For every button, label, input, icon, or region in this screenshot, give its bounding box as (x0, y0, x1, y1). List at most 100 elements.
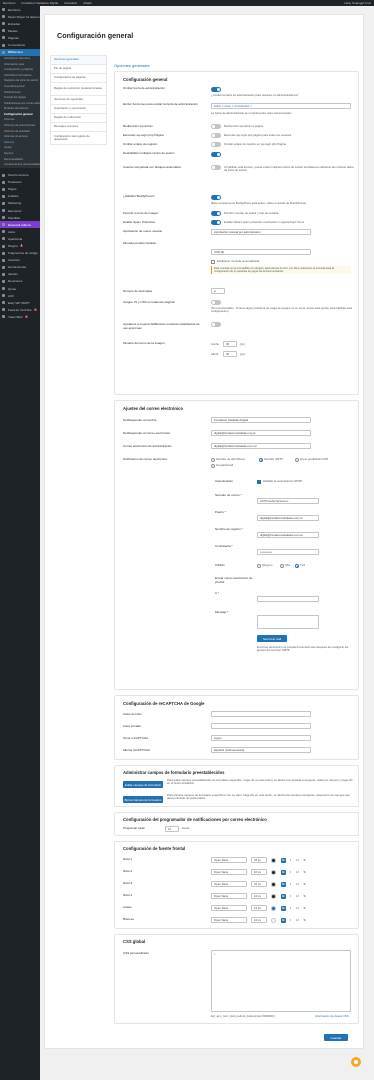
sidebar-item[interactable]: Escritorio (0, 6, 40, 13)
sidebar-item[interactable]: Marketing (0, 200, 40, 207)
icon-height-input[interactable]: 30 (223, 351, 237, 357)
font-style-button[interactable]: S (302, 894, 307, 899)
font-style-button[interactable]: S (302, 858, 307, 863)
smtp-password-input[interactable]: •••••••••••• (257, 549, 319, 555)
font-style-button[interactable]: U (295, 870, 300, 875)
font-family-select[interactable]: Open Sans (211, 917, 247, 923)
font-family-select[interactable]: Open Sans (211, 857, 247, 863)
settings-tab[interactable]: Pie de página (50, 65, 107, 74)
font-style-button[interactable]: U (295, 906, 300, 911)
test-to-input[interactable] (257, 596, 319, 602)
sidebar-item[interactable]: Páginas (0, 34, 40, 41)
sidebar-item[interactable]: Reuniones (0, 278, 40, 285)
hide-wplogin-toggle[interactable] (211, 133, 221, 138)
font-style-button[interactable]: U (295, 894, 300, 899)
custom-currency-checkbox[interactable] (211, 260, 215, 264)
edit-fields-button[interactable]: Editar campos de formulario (123, 781, 163, 788)
image-crop-toggle[interactable] (211, 211, 221, 216)
wp-admin-redirect-toggle[interactable] (211, 124, 221, 129)
adminbar-item[interactable]: Actualizar (64, 1, 77, 5)
user-approval-select[interactable]: Aprobación manual por administrador (211, 229, 311, 235)
smtp-host-input[interactable]: c2703.webempresa.eu (257, 498, 319, 504)
settings-tab[interactable]: Configuración de páginas (50, 74, 107, 83)
font-family-select[interactable]: Open Sans (211, 869, 247, 875)
exclude-roles-select[interactable]: Editor × Autor × Contribuidor × (211, 103, 351, 109)
adminbar-item[interactable]: Escritorio (3, 1, 16, 5)
send-test-mail-button[interactable]: Send test mail (257, 635, 287, 642)
smtp-port-input[interactable]: digital@fundacionsaldados.com.ar (257, 515, 319, 521)
test-message-textarea[interactable] (257, 615, 319, 629)
icon-width-input[interactable]: 30 (223, 341, 237, 347)
sidebar-item[interactable]: Análisis (0, 193, 40, 200)
sidebar-item[interactable]: Plantillas (0, 214, 40, 221)
hide-admin-bar-toggle[interactable] (211, 87, 221, 92)
font-style-button[interactable]: U (295, 858, 300, 863)
hide-register-link-toggle[interactable] (211, 142, 221, 147)
settings-tab[interactable]: Configuración del registro de depuración (50, 132, 107, 145)
font-color-swatch[interactable] (271, 869, 276, 875)
shared-account-lock-toggle[interactable] (211, 165, 221, 170)
font-style-button[interactable]: B (281, 905, 286, 911)
cipher-tls-radio[interactable] (295, 564, 299, 568)
adminbar-item[interactable]: Fundación Saldados Digital (22, 1, 59, 5)
from-email-input[interactable]: digital@fundacionsaldados.org.ar (211, 430, 311, 436)
font-color-swatch[interactable] (271, 857, 276, 863)
font-style-button[interactable]: S (302, 870, 307, 875)
sidebar-item[interactable]: Medios (0, 27, 40, 34)
font-style-button[interactable]: B (281, 881, 286, 887)
save-button[interactable]: Guardar (324, 1034, 348, 1041)
font-style-button[interactable]: I (288, 894, 293, 899)
font-family-select[interactable]: Open Sans (211, 893, 247, 899)
font-color-swatch[interactable] (271, 881, 276, 887)
from-name-input[interactable]: Fundación Saldados Digital (211, 417, 311, 423)
sidebar-item[interactable]: ACF (0, 292, 40, 299)
admin-email-input[interactable]: digital@fundacionsaldados.com.ar (211, 443, 311, 449)
sidebar-item[interactable]: Pagos (0, 186, 40, 193)
usage-stats-toggle[interactable] (211, 322, 221, 327)
font-size-select[interactable]: 18 px (251, 857, 267, 863)
sidebar-item[interactable]: Ajustes (0, 271, 40, 278)
font-size-select[interactable]: 16 px (251, 881, 267, 887)
sidebar-item[interactable]: Plugins 3 (0, 242, 40, 249)
notify-smtp-radio[interactable] (259, 458, 263, 462)
font-style-button[interactable]: I (288, 918, 293, 923)
sidebar-item[interactable]: Fragmentos de código (0, 250, 40, 257)
font-style-button[interactable]: I (288, 858, 293, 863)
smtp-user-input[interactable]: digital@fundacionsaldados.com.ar (257, 532, 319, 538)
settings-tab[interactable]: Reglas de redirección (50, 114, 107, 123)
buddypress-toggle[interactable] (211, 195, 221, 200)
font-style-button[interactable]: I (288, 870, 293, 875)
settings-tab[interactable]: Importación y exportación (50, 105, 107, 114)
font-style-button[interactable]: B (281, 893, 286, 899)
font-size-select[interactable]: 14 px (251, 905, 267, 911)
font-style-button[interactable]: S (302, 918, 307, 923)
sidebar-item[interactable]: Easy WP SMTP (0, 299, 40, 306)
sidebar-item[interactable]: Elementor (0, 207, 40, 214)
font-style-button[interactable]: S (302, 882, 307, 887)
css-classes-link[interactable]: Información de clases CSS (315, 1014, 349, 1018)
settings-tab[interactable]: Opciones generales (50, 55, 107, 65)
font-size-select[interactable]: 14 px (251, 893, 267, 899)
font-style-button[interactable]: I (288, 882, 293, 887)
smtp-auth-checkbox[interactable] (257, 480, 261, 484)
sidebar-item[interactable]: Herramientas (0, 264, 40, 271)
font-style-button[interactable]: U (295, 918, 300, 923)
font-style-button[interactable]: B (281, 869, 286, 875)
sidebar-item[interactable]: Productos (0, 179, 40, 186)
sidebar-item[interactable]: Essential Addons (0, 221, 40, 229)
adminbar-item[interactable]: Añadir (83, 1, 92, 5)
settings-tab[interactable]: Opciones de seguridad (50, 96, 107, 105)
load-assets-toggle[interactable] (211, 300, 221, 305)
sidebar-item[interactable]: Music Player for Elementor (0, 13, 40, 20)
delete-fields-button[interactable]: Borrar campos de formulario (123, 796, 163, 803)
sidebar-item[interactable]: Yoast SEO 1 (0, 313, 40, 320)
sidebar-item[interactable]: Usuarios (0, 257, 40, 264)
recaptcha-language-select[interactable]: Español (Latinoamérica) (211, 747, 311, 753)
font-family-select[interactable]: Open Sans (211, 881, 247, 887)
spam-protection-toggle[interactable] (211, 220, 221, 225)
sidebar-item[interactable]: Astra (0, 228, 40, 235)
decimals-select[interactable]: 2 (211, 288, 225, 294)
disable-multi-login-toggle[interactable] (211, 152, 221, 157)
font-style-button[interactable]: B (281, 917, 286, 923)
schedule-hours-select[interactable]: 12 (165, 826, 179, 832)
